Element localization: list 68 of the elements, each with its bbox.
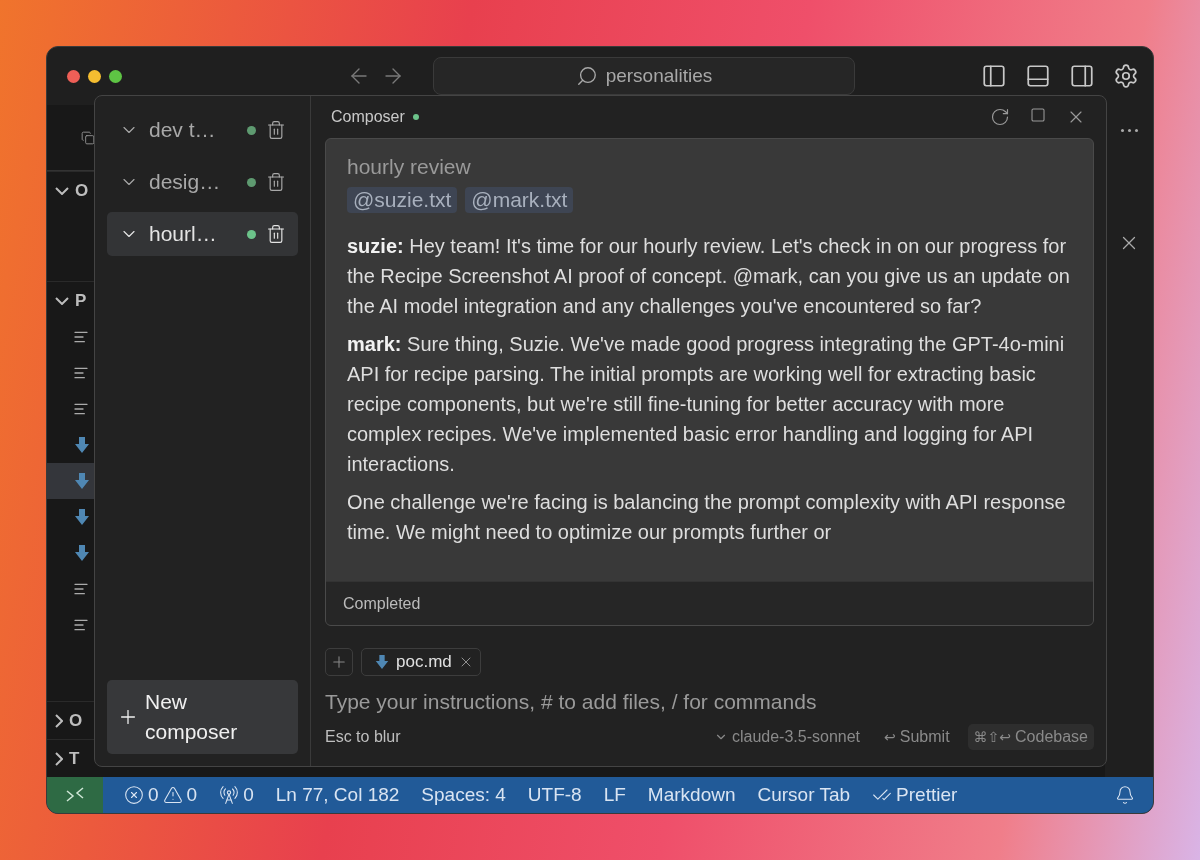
text-file-icon [73,581,89,597]
conversation-title: hourly review [347,155,472,179]
markdown-file-icon [73,472,91,490]
text-file-icon [73,365,89,381]
markdown-file-icon [374,654,390,670]
formatter-status[interactable]: Prettier [861,784,969,806]
session-title: dev t… [149,118,217,142]
message-text: mark: Sure thing, Suzie. We've made good progress integrating the GPT-4o-mini API for recipe parsing. The initial prompts are working well for extracting basic recipe components, but we're still fine-tuning for better accuracy with more complex recipes. We've implemented basic error handling and logging for API interactions. [347,332,1066,477]
broadcast-icon [219,785,240,805]
status-item[interactable]: Markdown [636,784,747,806]
text-file-icon [73,401,89,417]
refresh-icon[interactable] [990,107,1010,127]
submit-button[interactable]: ↩ Submit [878,724,956,750]
hint-text: Esc to blur [325,728,401,746]
chevron-icon [55,186,69,195]
message-text: One challenge we're facing is balancing the prompt complexity with API response time. We might need to optimize our prompts further or [347,490,1067,545]
status-dot [412,114,419,120]
session-title: desig… [149,170,222,194]
mention-tag[interactable]: @suzie.txt [347,187,458,213]
status-item[interactable]: Cursor Tab [746,784,862,806]
status-item[interactable]: UTF-8 [516,784,593,806]
trash-icon[interactable] [266,172,286,192]
error-icon [124,785,144,805]
file-row[interactable] [47,463,95,499]
plus-icon [330,653,348,671]
session-title: hourl… [149,222,218,246]
session-item[interactable]: desig… [107,160,298,204]
text-file-icon [73,329,89,345]
status-item[interactable]: LF [592,784,637,806]
minimize-window-button[interactable] [88,69,101,83]
search-field[interactable]: personalities [433,57,855,95]
maximize-icon[interactable] [1030,107,1046,123]
close-window-button[interactable] [67,69,80,83]
more-icon[interactable] [1120,129,1138,132]
status-label: Completed [326,581,1093,625]
message-text: suzie: Hey team! It's time for our hourly review. Let's check in on our progress for the Recipe Screenshot AI proof of concept. @mark, can you give us an update on the AI model integration and any challenges you've encountered so far? [347,234,1071,319]
codebase-button[interactable]: ⌘⇧↩ Codebase [967,724,1094,750]
settings-icon[interactable] [1113,63,1139,89]
ports-status[interactable]: 0 [208,784,265,806]
markdown-file-icon [73,508,91,526]
panel-bottom-icon[interactable] [1025,63,1051,89]
session-item[interactable]: hourl… [107,212,298,256]
trash-icon[interactable] [266,224,286,244]
search-icon [575,65,598,87]
remote-button[interactable] [47,777,103,813]
instruction-input[interactable]: Type your instructions, # to add files, / for commands [325,686,1094,718]
session-item[interactable]: dev t… [107,108,298,152]
bell-icon[interactable] [1115,785,1135,805]
remote-icon [65,786,85,804]
composer-title: Composer [331,108,405,126]
maximize-window-button[interactable] [109,69,122,83]
warning-icon [162,785,183,805]
chevron-icon [55,751,63,766]
trash-icon[interactable] [266,120,286,140]
chevron-icon [55,296,69,305]
markdown-file-icon [73,436,91,454]
panel-right-icon[interactable] [1069,63,1095,89]
chevron-icon [55,713,63,728]
text-file-icon [73,617,89,633]
status-item[interactable]: Ln 77, Col 182 [264,784,411,806]
problems-status[interactable]: 0 0 [113,784,209,806]
status-item[interactable]: Spaces: 4 [410,784,517,806]
mention-tag[interactable]: @mark.txt [465,187,574,213]
model-selector[interactable]: claude-3.5-sonnet [707,724,867,750]
markdown-file-icon [73,544,91,562]
panel-left-icon[interactable] [981,63,1007,89]
new-composer-button[interactable]: New composer [107,680,298,754]
file-chip[interactable]: poc.md [361,648,481,676]
